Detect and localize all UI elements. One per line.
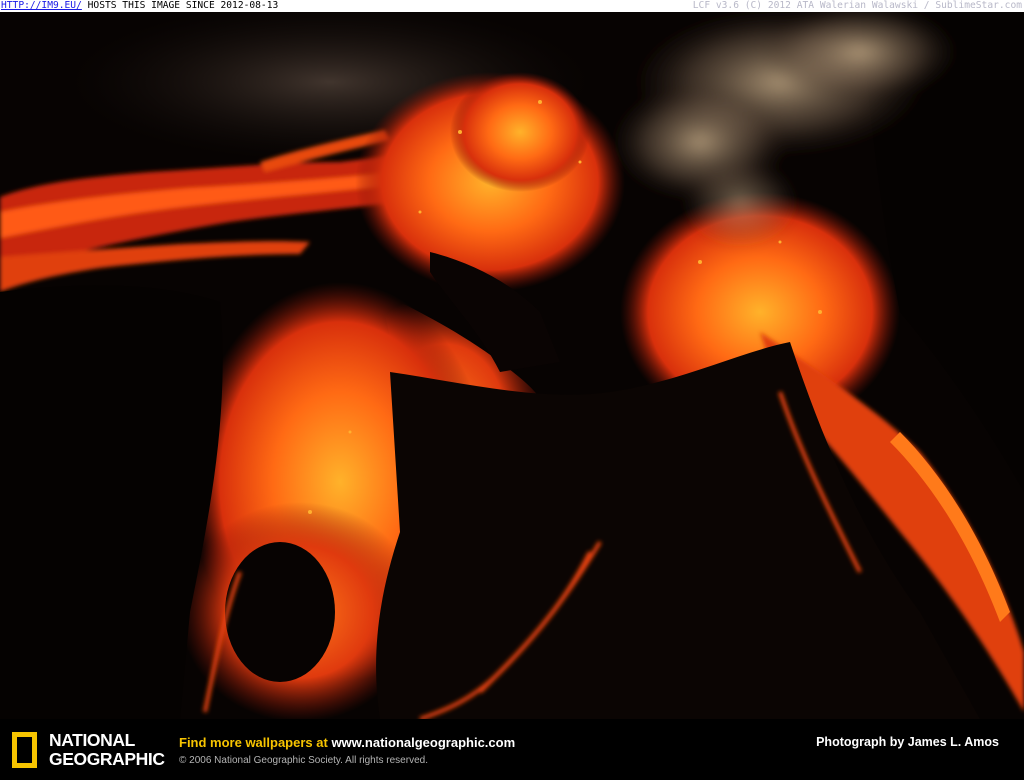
watermark-credit: LCF v3.6 (C) 2012 ATA Walerian Walawski …: [692, 0, 1022, 11]
hosting-text: HTTP://IM9.EU/ HOSTS THIS IMAGE SINCE 20…: [1, 0, 278, 12]
hosting-banner: HTTP://IM9.EU/ HOSTS THIS IMAGE SINCE 20…: [0, 0, 1024, 12]
promo-url-link[interactable]: www.nationalgeographic.com: [331, 735, 515, 750]
copyright-text: © 2006 National Geographic Society. All …: [179, 755, 428, 766]
logo-text: NATIONAL GEOGRAPHIC: [49, 731, 165, 769]
yellow-border-icon: [12, 732, 37, 768]
dark-rock-island: [225, 542, 335, 682]
logo-line2: GEOGRAPHIC: [49, 749, 165, 769]
promo-prefix: Find more wallpapers at: [179, 735, 332, 750]
photo-credit: Photograph by James L. Amos: [816, 735, 999, 749]
lava-eruption-photo: [0, 12, 1024, 719]
wallpaper-promo: Find more wallpapers at www.nationalgeog…: [179, 735, 515, 750]
lava-eruption-illustration: [0, 12, 1024, 719]
host-since-text: HOSTS THIS IMAGE SINCE 2012-08-13: [81, 0, 279, 11]
logo-line1: NATIONAL: [49, 730, 135, 750]
footer-bar: NATIONAL GEOGRAPHIC Find more wallpapers…: [0, 719, 1024, 780]
host-link[interactable]: HTTP://IM9.EU/: [1, 0, 82, 11]
